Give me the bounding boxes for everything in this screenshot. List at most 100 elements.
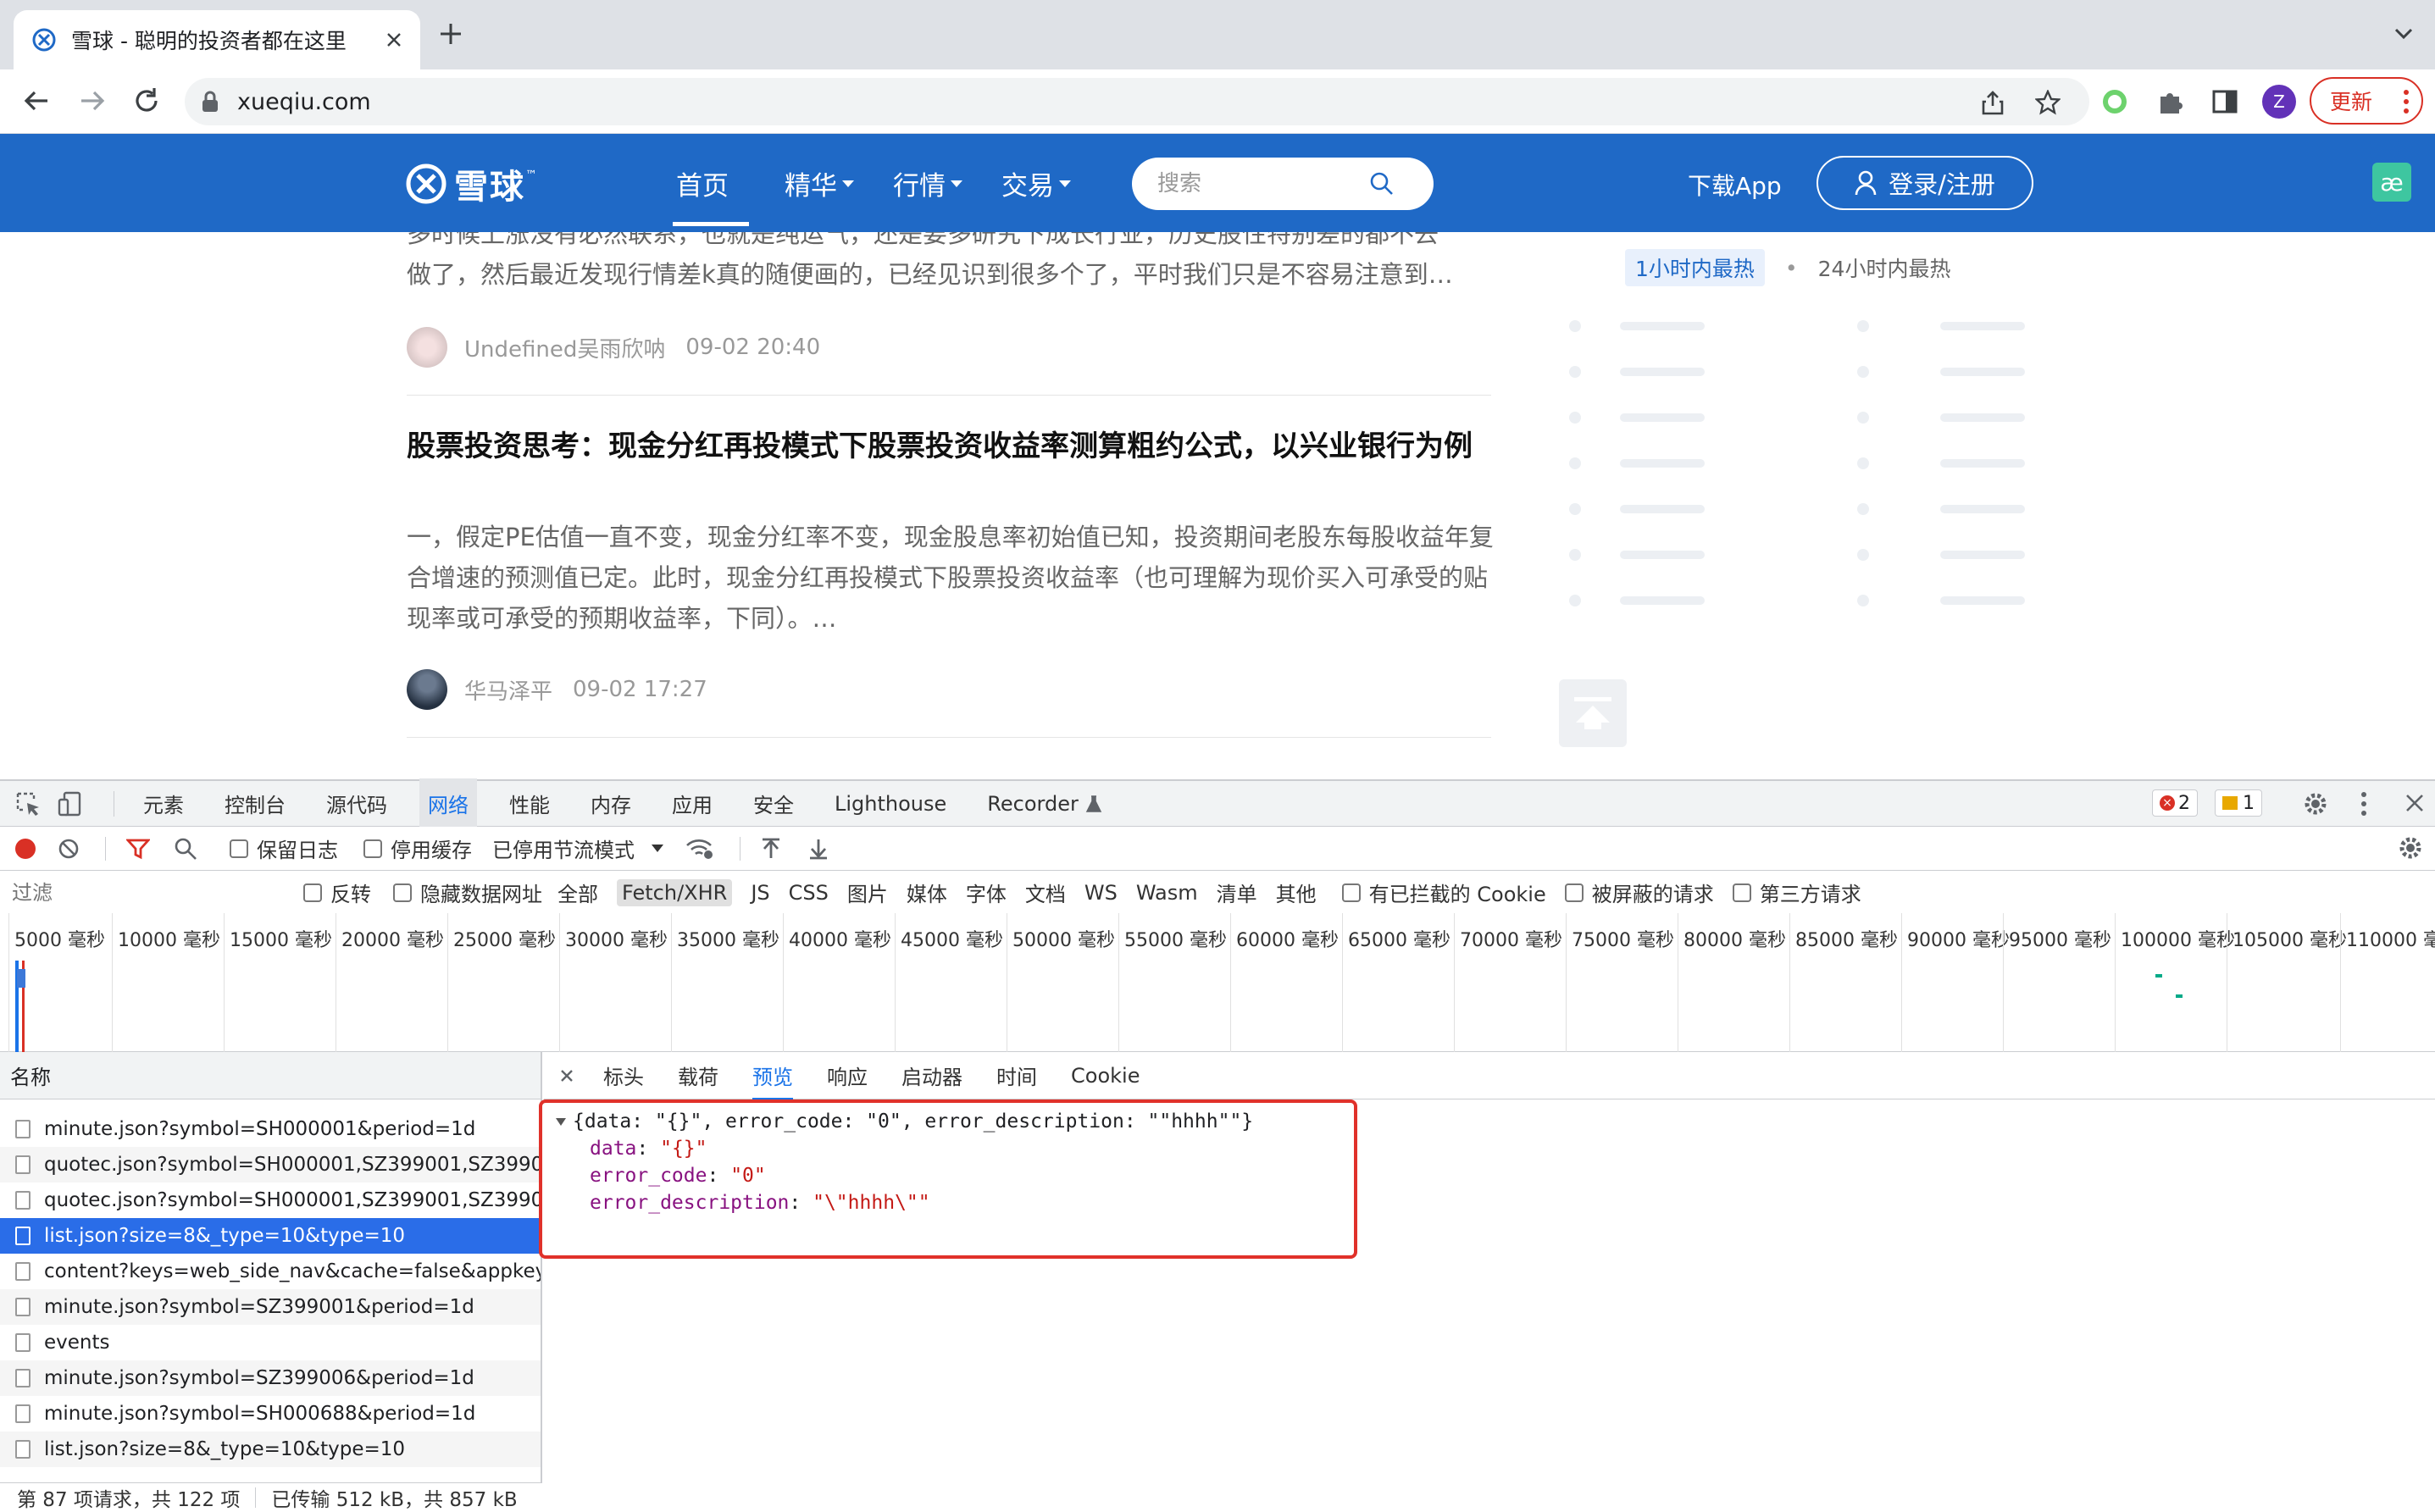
close-devtools-icon[interactable] [2404, 793, 2425, 813]
hot-tab-24h[interactable]: 24小时内最热 [1818, 252, 1951, 283]
request-row[interactable]: events [0, 1325, 541, 1360]
request-row[interactable]: list.json?size=8&_type=10&type=10 [0, 1432, 541, 1467]
tab-cookies[interactable]: Cookie [1071, 1052, 1140, 1099]
clear-icon[interactable] [58, 838, 80, 860]
filter-input[interactable] [12, 877, 281, 908]
request-row[interactable]: minute.json?symbol=SZ399001&period=1d [0, 1289, 541, 1325]
filter-funnel-icon[interactable] [126, 838, 150, 860]
profile-avatar[interactable]: Z [2262, 85, 2296, 119]
share-icon[interactable] [1981, 90, 2005, 115]
blocked-requests-checkbox[interactable] [1564, 883, 1584, 902]
nav-market[interactable]: 行情 [893, 164, 962, 202]
hide-data-urls-checkbox[interactable] [393, 883, 412, 902]
devtools-tab-performance[interactable]: 性能 [509, 789, 550, 818]
hot-tab-1h[interactable]: 1小时内最热 [1625, 249, 1765, 286]
filter-type-fetch-xhr[interactable]: Fetch/XHR [617, 878, 733, 906]
filter-type-other[interactable]: 其他 [1276, 878, 1317, 907]
error-counter[interactable]: × 2 [2152, 789, 2198, 817]
reload-icon[interactable] [132, 86, 161, 115]
request-row[interactable]: minute.json?symbol=SZ399006&period=1d [0, 1360, 541, 1396]
search-icon[interactable] [1369, 171, 1395, 197]
blocked-cookies-checkbox[interactable] [1341, 883, 1361, 902]
forward-arrow-icon[interactable] [78, 86, 107, 115]
search-input[interactable] [1157, 171, 1369, 197]
url-text[interactable]: xueqiu.com [237, 89, 371, 115]
warning-counter[interactable]: 1 [2215, 789, 2262, 817]
throttling-select[interactable]: 已停用节流模式 [492, 834, 635, 863]
extensions-puzzle-icon[interactable] [2157, 88, 2184, 115]
author-avatar[interactable] [407, 327, 447, 368]
devtools-tab-memory[interactable]: 内存 [591, 789, 631, 818]
filter-type-js[interactable]: JS [751, 881, 769, 905]
nav-home[interactable]: 首页 [676, 164, 729, 202]
article-excerpt[interactable]: 多时候上涨没有必然联系，也就是纯运气，还是要多研究下成长行业，历史股性特别差的都… [407, 232, 1500, 295]
update-button[interactable]: 更新 [2310, 77, 2423, 125]
disable-cache-checkbox[interactable] [363, 839, 382, 858]
network-settings-gear-icon[interactable] [2398, 835, 2423, 861]
request-row[interactable]: minute.json?symbol=SH000688&period=1d [0, 1396, 541, 1432]
nav-trade[interactable]: 交易 [1001, 164, 1071, 202]
back-to-top-button[interactable] [1559, 679, 1627, 747]
column-header-name[interactable]: 名称 [0, 1052, 541, 1099]
import-har-icon[interactable] [761, 838, 781, 860]
side-panel-icon[interactable] [2211, 88, 2238, 115]
download-app-link[interactable]: 下载App [1688, 168, 1782, 202]
close-tab-icon[interactable] [385, 30, 403, 49]
more-options-icon[interactable] [2360, 791, 2367, 817]
invert-checkbox[interactable] [303, 883, 322, 902]
filter-type-font[interactable]: 字体 [966, 878, 1007, 907]
filter-type-wasm[interactable]: Wasm [1136, 881, 1198, 905]
filter-type-media[interactable]: 媒体 [907, 878, 947, 907]
request-row[interactable]: quotec.json?symbol=SH000001,SZ399001,SZ3… [0, 1182, 541, 1218]
filter-type-ws[interactable]: WS [1084, 881, 1118, 905]
filter-type-all[interactable]: 全部 [557, 878, 598, 907]
close-detail-icon[interactable] [559, 1068, 574, 1083]
request-row[interactable]: quotec.json?symbol=SH000001,SZ399001,SZ3… [0, 1147, 541, 1182]
request-row[interactable]: content?keys=web_side_nav&cache=false&ap… [0, 1254, 541, 1289]
devtools-tab-recorder[interactable]: Recorder [987, 792, 1079, 816]
login-button[interactable]: 登录/注册 [1817, 156, 2033, 210]
back-arrow-icon[interactable] [22, 86, 51, 115]
lock-icon[interactable] [202, 91, 219, 113]
address-bar[interactable]: xueqiu.com [185, 78, 2089, 125]
bookmark-star-icon[interactable] [2035, 90, 2061, 115]
ae-extension-icon[interactable]: æ [2372, 163, 2411, 202]
site-search-box[interactable] [1132, 158, 1434, 210]
inspect-element-icon[interactable] [15, 791, 41, 817]
new-tab-button[interactable] [439, 22, 463, 46]
export-har-icon[interactable] [808, 838, 829, 860]
record-icon[interactable] [15, 838, 36, 859]
settings-gear-icon[interactable] [2303, 791, 2328, 817]
author-name[interactable]: 华马泽平 [464, 674, 552, 706]
search-icon[interactable] [174, 837, 197, 861]
chevron-down-icon[interactable] [2393, 22, 2415, 44]
tab-payload[interactable]: 载荷 [678, 1052, 718, 1099]
tab-initiator[interactable]: 启动器 [901, 1052, 962, 1099]
caret-down-icon[interactable] [652, 845, 663, 852]
article-excerpt[interactable]: 一，假定PE估值一直不变，现金分红率不变，现金股息率初始值已知，投资期间老股东每… [407, 517, 1500, 639]
filter-type-doc[interactable]: 文档 [1025, 878, 1066, 907]
devtools-tab-application[interactable]: 应用 [672, 789, 713, 818]
kebab-menu-icon[interactable] [2403, 89, 2410, 114]
browser-tab[interactable]: 雪球 - 聪明的投资者都在这里 [14, 10, 420, 69]
filter-type-css[interactable]: CSS [789, 881, 829, 905]
author-name[interactable]: Undefined吴雨欣呐 [464, 332, 665, 363]
third-party-checkbox[interactable] [1732, 883, 1751, 902]
devtools-tab-security[interactable]: 安全 [753, 789, 794, 818]
request-row[interactable]: minute.json?symbol=SH000001&period=1d [0, 1111, 541, 1147]
site-logo[interactable]: 雪球 ™ [405, 159, 537, 208]
devtools-tab-console[interactable]: 控制台 [225, 789, 286, 818]
device-toolbar-icon[interactable] [58, 791, 83, 817]
tab-timing[interactable]: 时间 [996, 1052, 1037, 1099]
filter-type-img[interactable]: 图片 [847, 878, 888, 907]
network-conditions-icon[interactable] [685, 838, 714, 860]
devtools-tab-sources[interactable]: 源代码 [326, 789, 387, 818]
tab-headers[interactable]: 标头 [603, 1052, 644, 1099]
network-timeline-overview[interactable]: 5000 毫秒 10000 毫秒 15000 毫秒 20000 毫秒 25000… [0, 913, 2435, 1052]
filter-type-manifest[interactable]: 清单 [1217, 878, 1257, 907]
request-row-selected[interactable]: list.json?size=8&_type=10&type=10 [0, 1218, 541, 1254]
tab-response[interactable]: 响应 [827, 1052, 868, 1099]
author-avatar[interactable] [407, 669, 447, 710]
devtools-tab-elements[interactable]: 元素 [143, 789, 184, 818]
devtools-tab-network[interactable]: 网络 [419, 778, 477, 828]
